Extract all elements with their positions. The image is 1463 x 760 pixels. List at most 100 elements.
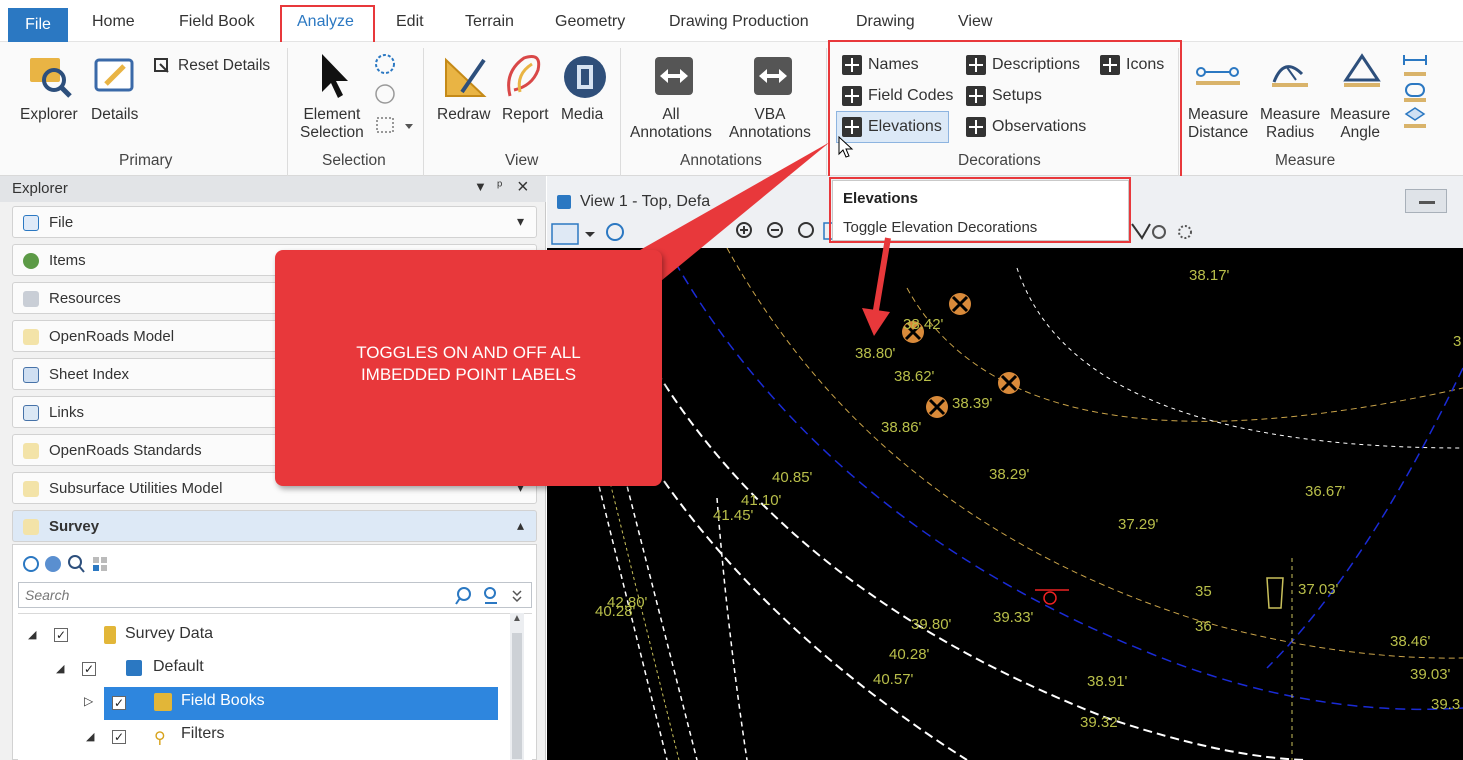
tree-scrollbar[interactable]: ▲ <box>510 613 524 760</box>
pane-dropdown-icon[interactable]: ▼ <box>474 179 487 194</box>
subsurface-utilities-icon <box>23 481 39 497</box>
expand-arrow-icon[interactable]: ▷ <box>84 694 93 708</box>
elevation-label: 38.80' <box>855 345 896 362</box>
selection-mode-icons[interactable] <box>372 52 416 138</box>
elevation-label: 38.17' <box>1189 267 1230 284</box>
survey-search-input[interactable]: Search <box>18 582 532 608</box>
callout-box: TOGGLES ON AND OFF ALL IMBEDDED POINT LAB… <box>275 250 662 486</box>
elevation-label: 39.33' <box>993 609 1034 626</box>
elevation-label: 38.91' <box>1087 673 1128 690</box>
elevation-label: 37.29' <box>1118 516 1159 533</box>
links-icon <box>23 405 39 421</box>
elevation-label: 40.28' <box>595 603 636 620</box>
tab-terrain[interactable]: Terrain <box>465 8 514 36</box>
measure-distance-button[interactable]: Measure Distance <box>1188 106 1248 142</box>
measure-radius-button[interactable]: Measure Radius <box>1260 106 1320 142</box>
group-label-measure: Measure <box>1275 152 1336 169</box>
explorer-item-label: Resources <box>49 290 121 307</box>
scrollbar-thumb[interactable] <box>512 633 522 759</box>
explorer-icon <box>30 58 72 98</box>
explorer-item-label: Items <box>49 252 86 269</box>
elevation-label: 36 <box>1195 618 1212 635</box>
items-icon <box>23 253 39 269</box>
survey-tree: ◢ ✓ Survey Data ◢ ✓ Default ▷ ✓ Field Bo… <box>18 613 532 760</box>
explorer-item-file[interactable]: File ▾ <box>12 206 537 238</box>
checkbox[interactable]: ✓ <box>112 696 126 710</box>
explorer-title: Explorer <box>12 180 68 197</box>
pin-icon[interactable]: ᵖ <box>497 177 502 193</box>
tab-home[interactable]: Home <box>92 8 135 36</box>
elevation-label: 39.32' <box>1080 714 1121 731</box>
sheet-index-icon <box>23 367 39 383</box>
tab-drawing-production[interactable]: Drawing Production <box>669 8 809 36</box>
explorer-item-label: Subsurface Utilities Model <box>49 480 223 497</box>
tree-item-filters[interactable]: Filters <box>181 725 225 743</box>
redraw-button[interactable]: Redraw <box>437 106 490 124</box>
elevation-label: 39.3 <box>1431 696 1461 713</box>
explorer-button[interactable]: Explorer <box>20 106 78 124</box>
close-icon[interactable]: × <box>517 176 529 199</box>
reset-details-icon <box>154 58 169 73</box>
tab-drawing[interactable]: Drawing <box>856 8 915 36</box>
measure-angle-button[interactable]: Measure Angle <box>1330 106 1390 142</box>
search-icon[interactable] <box>455 586 525 606</box>
explorer-item-label: File <box>49 214 74 231</box>
elevation-label: 40.57' <box>873 671 914 688</box>
collapse-arrow-icon[interactable]: ◢ <box>28 628 36 641</box>
survey-panel: Search ◢ ✓ Survey Data ◢ ✓ Default ▷ ✓ F… <box>12 544 537 760</box>
group-label-primary: Primary <box>119 152 173 169</box>
tree-item-field-books[interactable]: Field Books <box>181 692 265 710</box>
explorer-item-label: Survey <box>49 518 100 535</box>
menu-bar: File Home Field Book Analyze Edit Terrai… <box>0 0 1463 42</box>
element-selection-button[interactable]: Element Selection <box>300 106 364 142</box>
minimize-button[interactable] <box>1405 189 1447 213</box>
checkbox[interactable]: ✓ <box>54 628 68 642</box>
explorer-title-bar: Explorer ▼ ᵖ × <box>0 176 546 202</box>
all-annotations-button[interactable]: All Annotations <box>630 106 712 142</box>
details-icon <box>94 58 134 92</box>
highlight-box-decorations <box>828 40 1182 179</box>
elevation-label: 38.62' <box>894 368 935 385</box>
elevation-label: 40.28' <box>889 646 930 663</box>
highlight-box-analyze <box>280 5 375 45</box>
tree-item-survey-data[interactable]: Survey Data <box>125 625 213 643</box>
redraw-icon <box>445 57 487 97</box>
explorer-item-label: OpenRoads Standards <box>49 442 202 459</box>
collapse-arrow-icon[interactable]: ◢ <box>86 730 94 743</box>
tab-field-book[interactable]: Field Book <box>179 8 255 36</box>
tab-edit[interactable]: Edit <box>396 8 424 36</box>
tab-file[interactable]: File <box>8 8 68 42</box>
tree-item-default[interactable]: Default <box>153 658 204 676</box>
vba-annotations-button[interactable]: VBA Annotations <box>729 106 811 142</box>
measure-distance-icon <box>1196 67 1240 85</box>
chevron-down-icon[interactable]: ▾ <box>517 213 524 230</box>
element-selection-icon <box>322 54 348 98</box>
details-button[interactable]: Details <box>91 106 138 124</box>
collapse-arrow-icon[interactable]: ◢ <box>56 662 64 675</box>
tab-view[interactable]: View <box>958 8 992 36</box>
elevation-label: 3 <box>1453 333 1462 350</box>
survey-toolbar-icons[interactable] <box>21 553 131 575</box>
openroads-model-icon <box>23 329 39 345</box>
elevation-label: 35 <box>1195 583 1212 600</box>
chevron-up-icon[interactable]: ▴ <box>517 517 524 534</box>
measure-angle-icon <box>1343 53 1381 87</box>
checkbox[interactable]: ✓ <box>112 730 126 744</box>
report-button[interactable]: Report <box>502 106 549 124</box>
checkbox[interactable]: ✓ <box>82 662 96 676</box>
explorer-item-label: Sheet Index <box>49 366 130 383</box>
highlight-box-tooltip <box>829 177 1131 243</box>
default-icon <box>126 660 142 676</box>
media-icon <box>564 56 606 98</box>
measure-small-icons[interactable] <box>1402 54 1430 138</box>
reset-details-button[interactable]: Reset Details <box>178 57 270 75</box>
media-button[interactable]: Media <box>561 106 603 124</box>
group-label-selection: Selection <box>322 152 386 169</box>
all-annotations-icon <box>655 57 693 95</box>
elevation-label: 38.42' <box>903 316 944 333</box>
tab-geometry[interactable]: Geometry <box>555 8 625 36</box>
scroll-up-icon[interactable]: ▲ <box>512 613 522 624</box>
explorer-item-label: Links <box>49 404 85 421</box>
explorer-item-survey[interactable]: Survey ▴ <box>12 510 537 542</box>
filters-icon: ⚲ <box>154 730 166 747</box>
